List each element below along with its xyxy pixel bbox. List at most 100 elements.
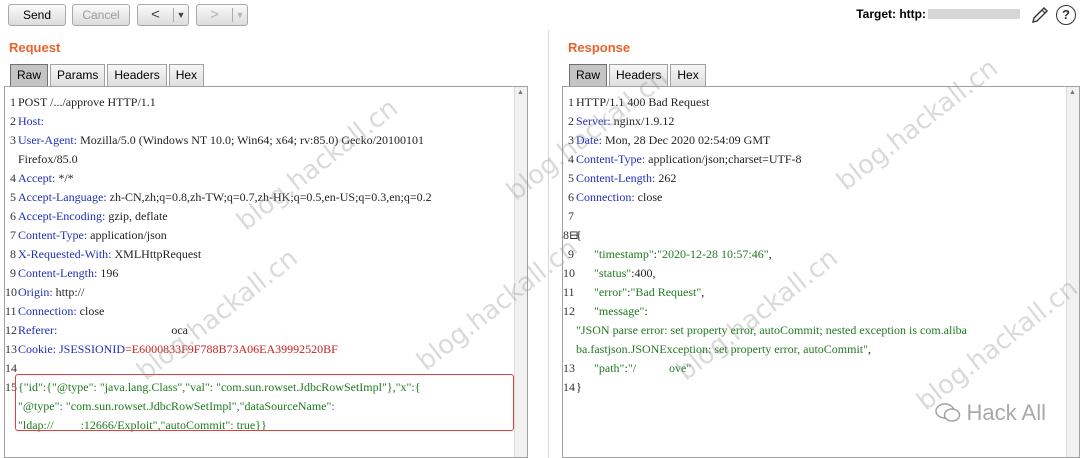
line-number: 6 bbox=[10, 209, 16, 223]
tab-hex[interactable]: Hex bbox=[670, 64, 706, 86]
code-token: Connection: bbox=[18, 304, 77, 318]
forward-button[interactable]: > ▼ bbox=[196, 4, 248, 26]
line-number: 3 bbox=[10, 133, 16, 147]
help-icon[interactable]: ? bbox=[1056, 5, 1076, 25]
code-token: { bbox=[576, 228, 582, 242]
code-token: application/json bbox=[87, 228, 167, 242]
line-number: 4 bbox=[10, 171, 16, 185]
code-token: 196 bbox=[97, 266, 119, 280]
code-token: Firefox/85.0 bbox=[18, 152, 78, 166]
redacted-host bbox=[928, 9, 1020, 19]
line-number: 10 bbox=[563, 266, 575, 280]
tab-raw[interactable]: Raw bbox=[10, 64, 49, 86]
code-token: XMLHttpRequest bbox=[111, 247, 202, 261]
code-line: 3 User-Agent: Mozilla/5.0 (Windows NT 10.… bbox=[5, 131, 424, 150]
code-token: zh-CN,zh;q=0.8,zh-TW;q=0.7,zh-HK;q=0.5,e… bbox=[106, 190, 432, 204]
pencil-icon[interactable] bbox=[1030, 5, 1050, 25]
code-token: HTTP/1.1 400 Bad Request bbox=[576, 95, 710, 109]
code-line: 13Cookie: JSESSIONID=E6000833F9F788B73A0… bbox=[5, 340, 338, 359]
response-tabs: Raw Headers Hex bbox=[569, 64, 708, 86]
tab-headers[interactable]: Headers bbox=[107, 64, 167, 86]
back-arrow-icon: < bbox=[151, 6, 160, 23]
code-line: ba.fastjson.JSONException: set property … bbox=[563, 340, 871, 359]
chevron-up-icon: ▲ bbox=[1069, 89, 1076, 96]
code-token: .../approve HTTP/1.1 bbox=[53, 95, 156, 109]
back-button[interactable]: < ▼ bbox=[137, 4, 189, 26]
code-token: "timestamp" bbox=[576, 247, 654, 261]
chevron-down-icon[interactable]: ▼ bbox=[233, 5, 247, 25]
request-editor[interactable]: ▲ 1 POST /.../approve HTTP/1.1 2 Host: 3 User… bbox=[4, 86, 528, 458]
response-title: Response bbox=[568, 40, 631, 55]
code-token: Content-Length: bbox=[18, 266, 98, 280]
code-line: 5 Content-Length: 262 bbox=[563, 169, 676, 188]
line-number: 9 bbox=[568, 247, 574, 261]
code-line: 14} bbox=[563, 378, 582, 397]
code-token: User-Agent: bbox=[18, 133, 78, 147]
code-token: POST / bbox=[18, 95, 54, 109]
code-line: 12Referer: oca bbox=[5, 321, 188, 340]
code-line: 8 X-Requested-With: XMLHttpRequest bbox=[5, 245, 201, 264]
tab-params[interactable]: Params bbox=[50, 64, 106, 86]
code-line: 1 HTTP/1.1 400 Bad Request bbox=[563, 93, 709, 112]
line-number: 2 bbox=[568, 114, 574, 128]
pane-divider[interactable] bbox=[548, 30, 549, 458]
code-token: */* bbox=[55, 171, 74, 185]
line-number: 11 bbox=[5, 304, 17, 318]
code-line: 12 "message": bbox=[563, 302, 648, 321]
code-token: Server: bbox=[576, 114, 611, 128]
code-line: 10 "status":400, bbox=[563, 264, 655, 283]
brand-watermark: Hack All bbox=[934, 400, 1046, 426]
code-token: : bbox=[644, 304, 648, 318]
code-token: Accept: bbox=[18, 171, 56, 185]
code-token: nginx/1.9.12 bbox=[610, 114, 675, 128]
code-token: Connection: bbox=[576, 190, 635, 204]
scrollbar[interactable]: ▲ bbox=[514, 87, 527, 457]
toolbar: Send Cancel < ▼ > ▼ Target: http: ? bbox=[0, 0, 1080, 32]
forward-arrow-icon: > bbox=[210, 6, 219, 23]
line-number: 9 bbox=[10, 266, 16, 280]
code-line: 3 Date: Mon, 28 Dec 2020 02:54:09 GMT bbox=[563, 131, 770, 150]
code-token: Date: bbox=[576, 133, 602, 147]
code-token: http:// bbox=[52, 285, 85, 299]
code-token: oca bbox=[57, 323, 188, 337]
chevron-down-icon[interactable]: ▼ bbox=[174, 5, 188, 25]
line-number: 11 bbox=[563, 285, 575, 299]
code-line: 13 "path":"/ ove" bbox=[563, 359, 691, 378]
code-line: 10Origin: http:// bbox=[5, 283, 84, 302]
code-line: 4 Accept: */* bbox=[5, 169, 74, 188]
code-token: , bbox=[701, 285, 705, 299]
code-token: Referer: bbox=[18, 323, 58, 337]
code-token: JSESSIONID bbox=[56, 342, 126, 356]
code-token: "JSON parse error: set property error, a… bbox=[576, 323, 967, 337]
code-line: 7 Content-Type: application/json bbox=[5, 226, 167, 245]
tab-raw[interactable]: Raw bbox=[569, 64, 608, 86]
code-line: 5 Accept-Language: zh-CN,zh;q=0.8,zh-TW;q… bbox=[5, 188, 432, 207]
line-number: 2 bbox=[10, 114, 16, 128]
line-number: 8 bbox=[10, 247, 16, 261]
target-display: Target: http: bbox=[856, 7, 1020, 21]
payload-highlight-box bbox=[15, 374, 514, 431]
code-token: gzip, deflate bbox=[105, 209, 168, 223]
code-token: "message" bbox=[576, 304, 645, 318]
code-line: 6 Connection: close bbox=[563, 188, 662, 207]
line-number: 12 bbox=[563, 304, 575, 318]
code-line: 7 bbox=[563, 207, 576, 226]
code-token: , bbox=[768, 247, 772, 261]
code-token: :400, bbox=[631, 266, 656, 280]
tab-hex[interactable]: Hex bbox=[168, 64, 205, 86]
request-title: Request bbox=[9, 40, 61, 55]
line-number: 5 bbox=[568, 171, 574, 185]
code-token: , bbox=[868, 342, 872, 356]
tab-headers[interactable]: Headers bbox=[609, 64, 669, 86]
cancel-button[interactable]: Cancel bbox=[72, 4, 130, 26]
code-token: } bbox=[576, 380, 582, 394]
code-token: "/ ove" bbox=[627, 361, 692, 375]
send-button[interactable]: Send bbox=[8, 4, 66, 26]
line-number: 7 bbox=[568, 209, 574, 223]
code-token: =E6000833F9F788B73A06EA39992520BF bbox=[125, 342, 338, 356]
code-token: X-Requested-With: bbox=[18, 247, 112, 261]
code-token: Content-Length: bbox=[576, 171, 656, 185]
code-token: Mozilla/5.0 (Windows NT 10.0; Win64; x64… bbox=[77, 133, 424, 147]
code-token: close bbox=[76, 304, 105, 318]
scrollbar[interactable]: ▲ bbox=[1066, 87, 1079, 457]
